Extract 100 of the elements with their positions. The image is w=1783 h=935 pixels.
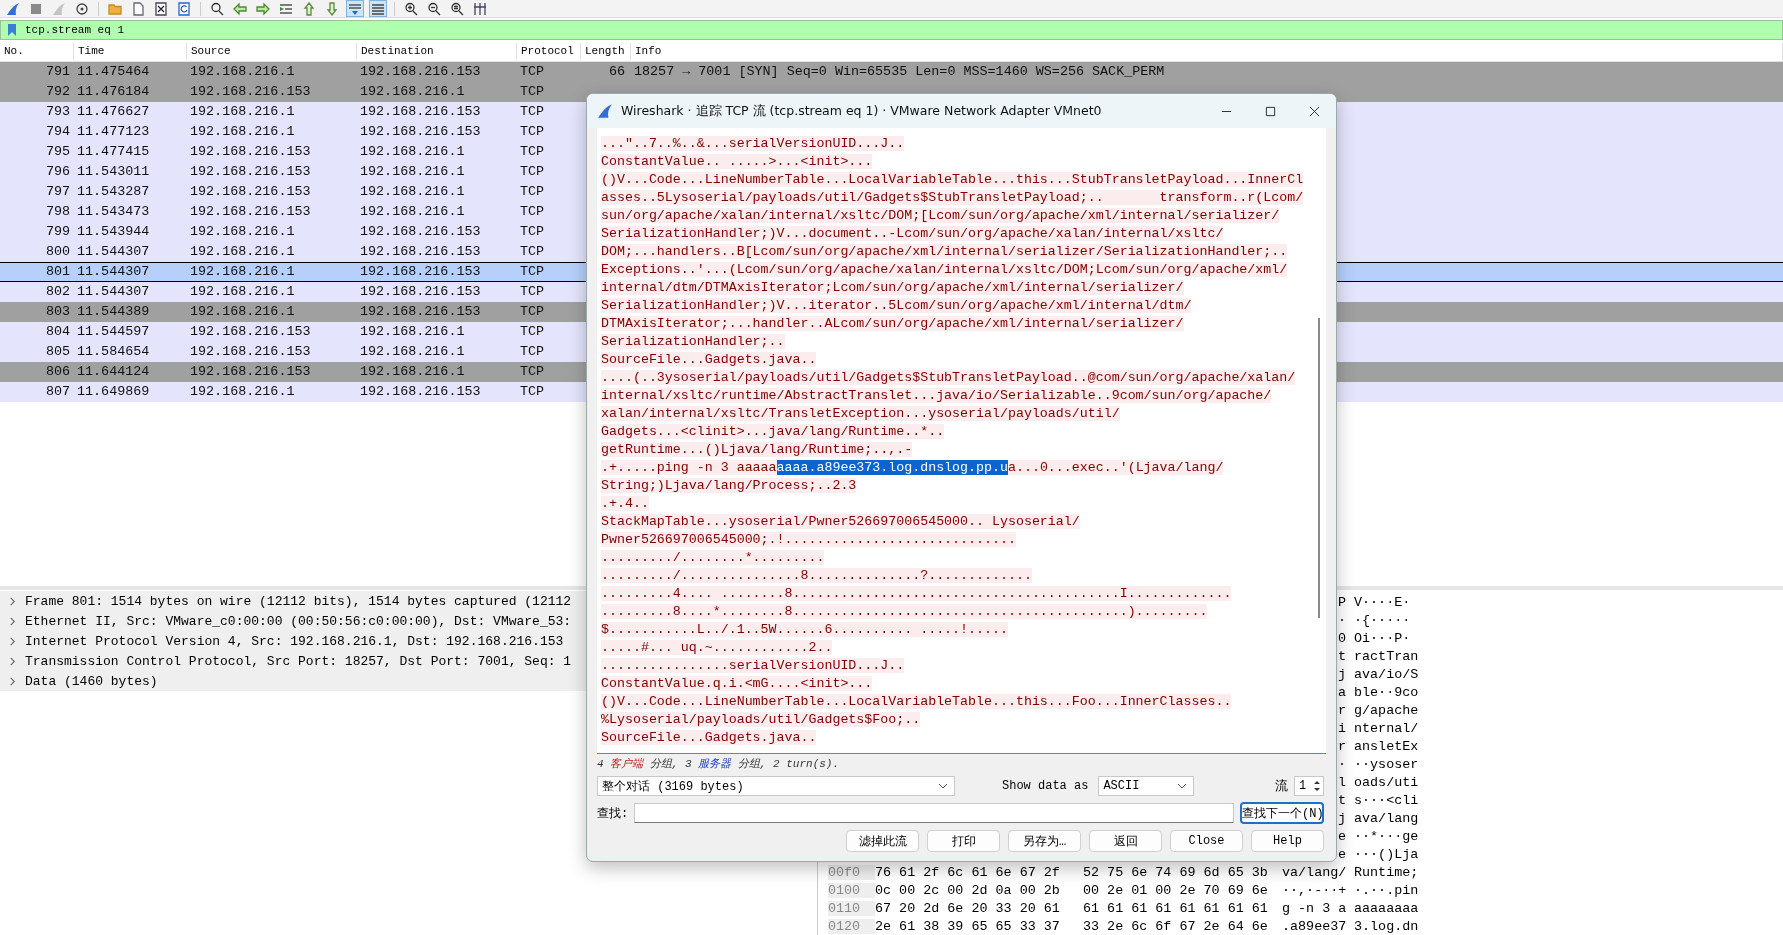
table-cell-text: 806 <box>44 364 71 380</box>
table-cell-text: 798 <box>44 204 71 220</box>
ascii-bytes: ··ysoser <box>1354 756 1419 772</box>
table-cell-text: 11.543011 <box>76 164 151 180</box>
hex-bytes: 0c 00 2c 00 2d 0a 00 2b <box>875 882 1061 898</box>
ascii-bytes: ··,·-··+ <box>1282 882 1347 898</box>
table-cell-text: 11.544307 <box>76 244 151 260</box>
table-cell-text: 804 <box>44 324 71 340</box>
window-title: Wireshark · 追踪 TCP 流 (tcp.stream eq 1) · VMware Network Adapter VMnet0 <box>621 102 1103 120</box>
stream-summary: 4 客户端 分组, 3 服务器 分组, 2 turn(s). <box>596 757 841 772</box>
ascii-bytes: s···<cli <box>1354 792 1419 808</box>
ascii-bytes: ble··9co <box>1354 684 1419 700</box>
table-cell-text: 807 <box>44 384 71 400</box>
ascii-bytes: P <box>1337 594 1346 610</box>
table-cell-text: TCP <box>519 344 546 360</box>
table-cell-text: 192.168.216.1 <box>189 284 296 300</box>
ascii-bytes: ··*···ge <box>1354 828 1419 844</box>
table-cell-text: 11.544307 <box>76 284 151 300</box>
ascii-bytes: t <box>1337 792 1346 808</box>
table-cell-text: TCP <box>519 184 546 200</box>
table-cell-text: 192.168.216.1 <box>359 84 466 100</box>
ascii-bytes: 3.log.dn <box>1354 918 1419 934</box>
table-cell-text: 192.168.216.1 <box>359 144 466 160</box>
table-cell-text: TCP <box>519 204 546 220</box>
table-cell-text: 796 <box>44 164 71 180</box>
table-cell-text: 11.644124 <box>76 364 151 380</box>
byte-offset: 0110 <box>828 900 875 916</box>
table-cell-text: 192.168.216.1 <box>359 204 466 220</box>
table-cell-text: 192.168.216.153 <box>189 204 312 220</box>
table-cell-text: 11.543287 <box>76 184 151 200</box>
table-cell-text: 192.168.216.1 <box>189 384 296 400</box>
table-cell-text: TCP <box>519 84 546 100</box>
ascii-bytes: va/lang/ <box>1282 864 1347 880</box>
tree-item-label: Ethernet II, Src: VMware_c0:00:00 (00:50:56:c0:00:00), Dst: VMware_53: <box>25 613 572 629</box>
ascii-bytes: ·{····· <box>1354 612 1411 628</box>
stream-label: 流 <box>1275 778 1288 795</box>
table-cell-text: 192.168.216.153 <box>189 164 312 180</box>
hex-bytes: 61 61 61 61 61 61 61 61 <box>1083 900 1269 916</box>
table-cell-text: 192.168.216.1 <box>359 324 466 340</box>
ascii-bytes: g -n 3 a <box>1282 900 1347 916</box>
table-cell-text: 192.168.216.153 <box>189 144 312 160</box>
byte-offset: 00f0 <box>828 864 875 880</box>
table-cell-text: 192.168.216.1 <box>359 364 466 380</box>
table-cell-text: 11.544307 <box>76 264 151 280</box>
ascii-bytes: ava/io/S <box>1354 666 1419 682</box>
table-cell-text: TCP <box>519 324 546 340</box>
ascii-bytes: Runtime; <box>1354 864 1419 880</box>
table-cell-text: 192.168.216.1 <box>359 164 466 180</box>
table-cell-text: 799 <box>44 224 71 240</box>
table-cell-text: 11.584654 <box>76 344 151 360</box>
table-cell-text: 797 <box>44 184 71 200</box>
ascii-bytes: ansletEx <box>1354 738 1419 754</box>
table-cell-text: TCP <box>519 164 546 180</box>
table-cell-text: 192.168.216.153 <box>359 284 482 300</box>
table-cell-text: TCP <box>519 104 546 120</box>
table-cell-text: 192.168.216.153 <box>359 244 482 260</box>
hex-bytes: 52 75 6e 74 69 6d 65 3b <box>1083 864 1269 880</box>
tree-item-label: Data (1460 bytes) <box>25 673 158 689</box>
ascii-bytes: .a89ee37 <box>1282 918 1347 934</box>
ascii-bytes: j <box>1337 810 1346 826</box>
table-cell-text: 192.168.216.1 <box>189 304 296 320</box>
byte-offset: 0100 <box>828 882 875 898</box>
table-cell-text: 800 <box>44 244 71 260</box>
ascii-bytes: ava/lang <box>1354 810 1419 826</box>
table-cell-text: 192.168.216.153 <box>189 184 312 200</box>
ascii-bytes: j <box>1337 666 1346 682</box>
table-cell-text: 192.168.216.1 <box>189 124 296 140</box>
table-cell-text: 192.168.216.153 <box>359 224 482 240</box>
table-cell-text: 66 <box>607 64 626 80</box>
hex-bytes: 00 2e 01 00 2e 70 69 6e <box>1083 882 1269 898</box>
table-cell-text: 192.168.216.1 <box>359 344 466 360</box>
hex-bytes: 67 20 2d 6e 20 33 20 61 <box>875 900 1061 916</box>
table-cell-text: 11.544597 <box>76 324 151 340</box>
ascii-bytes: V····E· <box>1354 594 1411 610</box>
table-cell-text: 192.168.216.153 <box>359 124 482 140</box>
byte-offset: 0120 <box>828 918 875 934</box>
table-cell-text: 793 <box>44 104 71 120</box>
table-cell-text: 11.544389 <box>76 304 151 320</box>
table-cell-text: 192.168.216.1 <box>359 184 466 200</box>
table-cell-text: 792 <box>44 84 71 100</box>
ascii-bytes: t <box>1337 648 1346 664</box>
show-data-as-label: Show data as <box>1002 779 1089 793</box>
table-cell-text: 192.168.216.153 <box>189 84 312 100</box>
ascii-bytes: ractTran <box>1354 648 1419 664</box>
table-cell-text: 192.168.216.153 <box>359 104 482 120</box>
table-cell-text: 11.543944 <box>76 224 151 240</box>
table-cell-text: 794 <box>44 124 71 140</box>
table-cell-text: 801 <box>44 264 71 280</box>
table-cell-text: TCP <box>519 264 546 280</box>
table-cell-text: 192.168.216.153 <box>359 264 482 280</box>
tree-item-label: Internet Protocol Version 4, Src: 192.168.216.1, Dst: 192.168.216.153 <box>25 633 564 649</box>
ascii-bytes: l <box>1337 774 1346 790</box>
table-cell-text: 192.168.216.1 <box>189 64 296 80</box>
ascii-bytes: · <box>1337 612 1346 628</box>
table-cell-text: TCP <box>519 224 546 240</box>
ascii-bytes: r <box>1337 702 1346 718</box>
ascii-bytes: e <box>1337 828 1346 844</box>
ascii-bytes: · <box>1337 756 1346 772</box>
ascii-bytes: oads/uti <box>1354 774 1419 790</box>
table-cell-text: 192.168.216.153 <box>189 344 312 360</box>
